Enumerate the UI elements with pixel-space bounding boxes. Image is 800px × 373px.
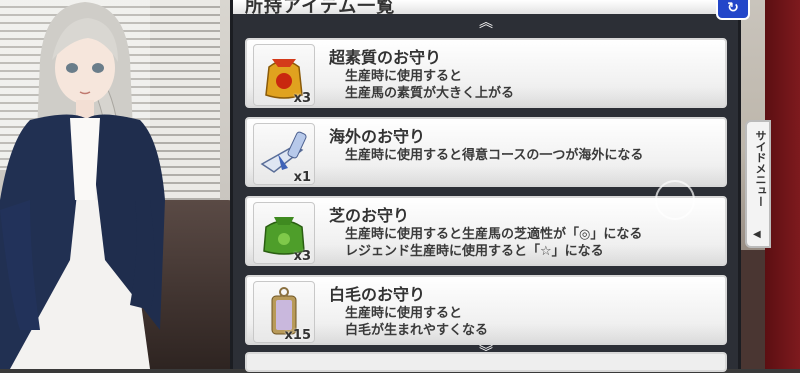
refresh-icon: ↻ xyxy=(727,0,739,16)
item-description: 生産時に使用すると得意コースの一つが海外になる xyxy=(345,147,643,164)
item-card[interactable]: x3 芝のお守り 生産時に使用すると生産馬の芝適性が「◎」になる レジェンド生産… xyxy=(245,196,727,266)
character-portrait xyxy=(0,0,220,369)
item-quantity: x15 xyxy=(284,328,311,343)
item-description-line: 生産時に使用すると xyxy=(345,306,463,321)
refresh-button[interactable]: ↻ xyxy=(716,0,750,20)
item-description-line: 生産時に使用すると生産馬の芝適性が「◎」になる xyxy=(345,227,643,242)
item-description-line: 生産時に使用すると得意コースの一つが海外になる xyxy=(345,148,644,163)
gold-charm-bag-icon: x3 xyxy=(253,44,315,106)
item-name: 超素質のお守り xyxy=(329,48,442,67)
scroll-down-icon[interactable]: ︾ xyxy=(473,346,499,360)
panel-title: 所持アイテム一覧 xyxy=(245,0,396,17)
side-menu-label: サイドメニュー xyxy=(754,130,767,207)
grass-charm-bag-icon: x3 xyxy=(253,202,315,264)
item-description: 生産時に使用すると生産馬の芝適性が「◎」になる レジェンド生産時に使用すると「☆… xyxy=(345,226,642,260)
item-description-line: 白毛が生まれやすくなる xyxy=(345,323,489,338)
item-description-line: 生産馬の素質が大きく上がる xyxy=(345,86,515,101)
item-quantity: x3 xyxy=(293,91,311,106)
item-quantity: x3 xyxy=(293,249,311,264)
item-name: 白毛のお守り xyxy=(329,285,426,304)
item-card[interactable]: x15 白毛のお守り 生産時に使用すると 白毛が生まれやすくなる xyxy=(245,275,727,345)
item-description: 生産時に使用すると 生産馬の素質が大きく上がる xyxy=(345,68,514,102)
item-description: 生産時に使用すると 白毛が生まれやすくなる xyxy=(345,305,488,339)
side-menu-tab[interactable]: サイドメニュー ◀ xyxy=(745,120,771,248)
item-card[interactable]: x1 海外のお守り 生産時に使用すると得意コースの一つが海外になる xyxy=(245,117,727,187)
chevron-left-icon: ◀ xyxy=(753,229,761,240)
item-name: 海外のお守り xyxy=(329,127,426,146)
panel-header: 所持アイテム一覧 xyxy=(233,0,738,17)
item-card[interactable]: x3 超素質のお守り 生産時に使用すると 生産馬の素質が大きく上がる xyxy=(245,38,727,108)
loading-ring-icon xyxy=(655,180,695,220)
item-description-line: レジェンド生産時に使用すると「☆」になる xyxy=(345,244,604,259)
item-quantity: x1 xyxy=(293,170,311,185)
item-description-line: 生産時に使用すると xyxy=(345,69,463,84)
background-floor xyxy=(738,250,768,369)
item-name: 芝のお守り xyxy=(329,206,410,225)
scroll-up-icon[interactable]: ︽ xyxy=(473,16,499,30)
airplane-charm-icon: x1 xyxy=(253,123,315,185)
white-coat-charm-icon: x15 xyxy=(253,281,315,343)
